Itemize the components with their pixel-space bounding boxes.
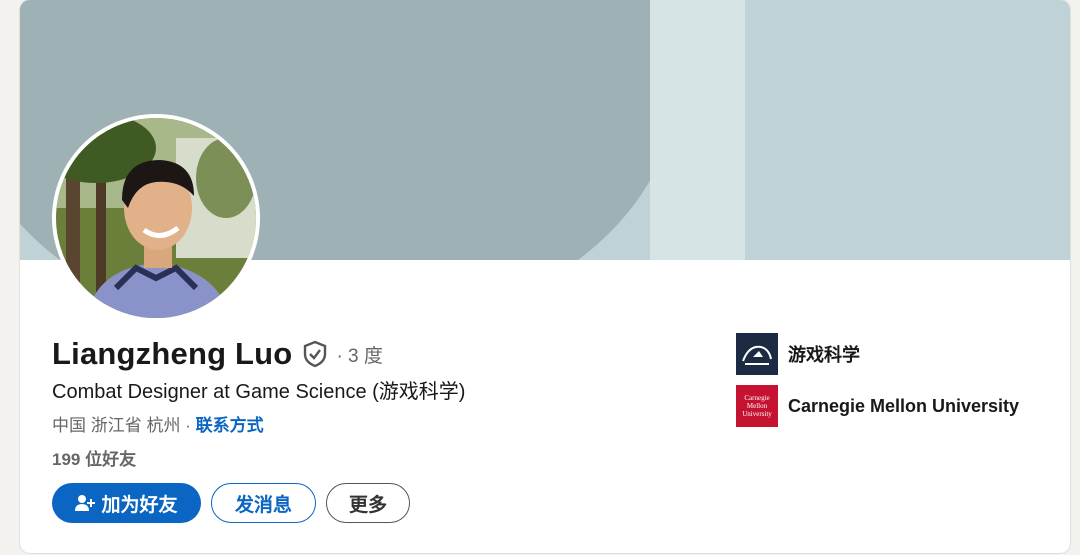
add-friend-button[interactable]: 加为好友 [52, 483, 201, 523]
add-person-icon [75, 494, 96, 512]
banner-band [650, 0, 745, 260]
profile-headline: Combat Designer at Game Science (游戏科学) [52, 381, 466, 403]
profile-name: Liangzheng Luo [52, 336, 293, 371]
contact-info-link[interactable]: 联系方式 [196, 416, 264, 435]
org-name-cmu: Carnegie Mellon University [788, 395, 1020, 416]
profile-card: Liangzheng Luo · 3 度 Combat Designer at … [20, 0, 1070, 553]
organizations-list: 游戏科学 Carnegie Mellon University Carnegie… [736, 333, 1019, 437]
connection-degree: · 3 度 [336, 345, 383, 367]
message-button[interactable]: 发消息 [211, 483, 316, 523]
org-cmu[interactable]: Carnegie Mellon University Carnegie Mell… [736, 385, 1019, 427]
verified-shield-icon[interactable] [302, 340, 328, 368]
more-button[interactable]: 更多 [326, 483, 410, 523]
location-row: 中国 浙江省 杭州 · 联系方式 [52, 411, 264, 436]
profile-location: 中国 浙江省 杭州 · [52, 416, 191, 435]
game-science-logo [736, 333, 778, 375]
cmu-logo: Carnegie Mellon University [736, 385, 778, 427]
avatar[interactable] [52, 114, 260, 322]
action-buttons: 加为好友 发消息 更多 [52, 483, 410, 523]
friends-count[interactable]: 199 位好友 [52, 445, 136, 470]
org-game-science[interactable]: 游戏科学 [736, 333, 1019, 375]
avatar-photo [56, 118, 256, 318]
add-friend-label: 加为好友 [101, 494, 178, 516]
org-name-game-science: 游戏科学 [788, 345, 860, 365]
